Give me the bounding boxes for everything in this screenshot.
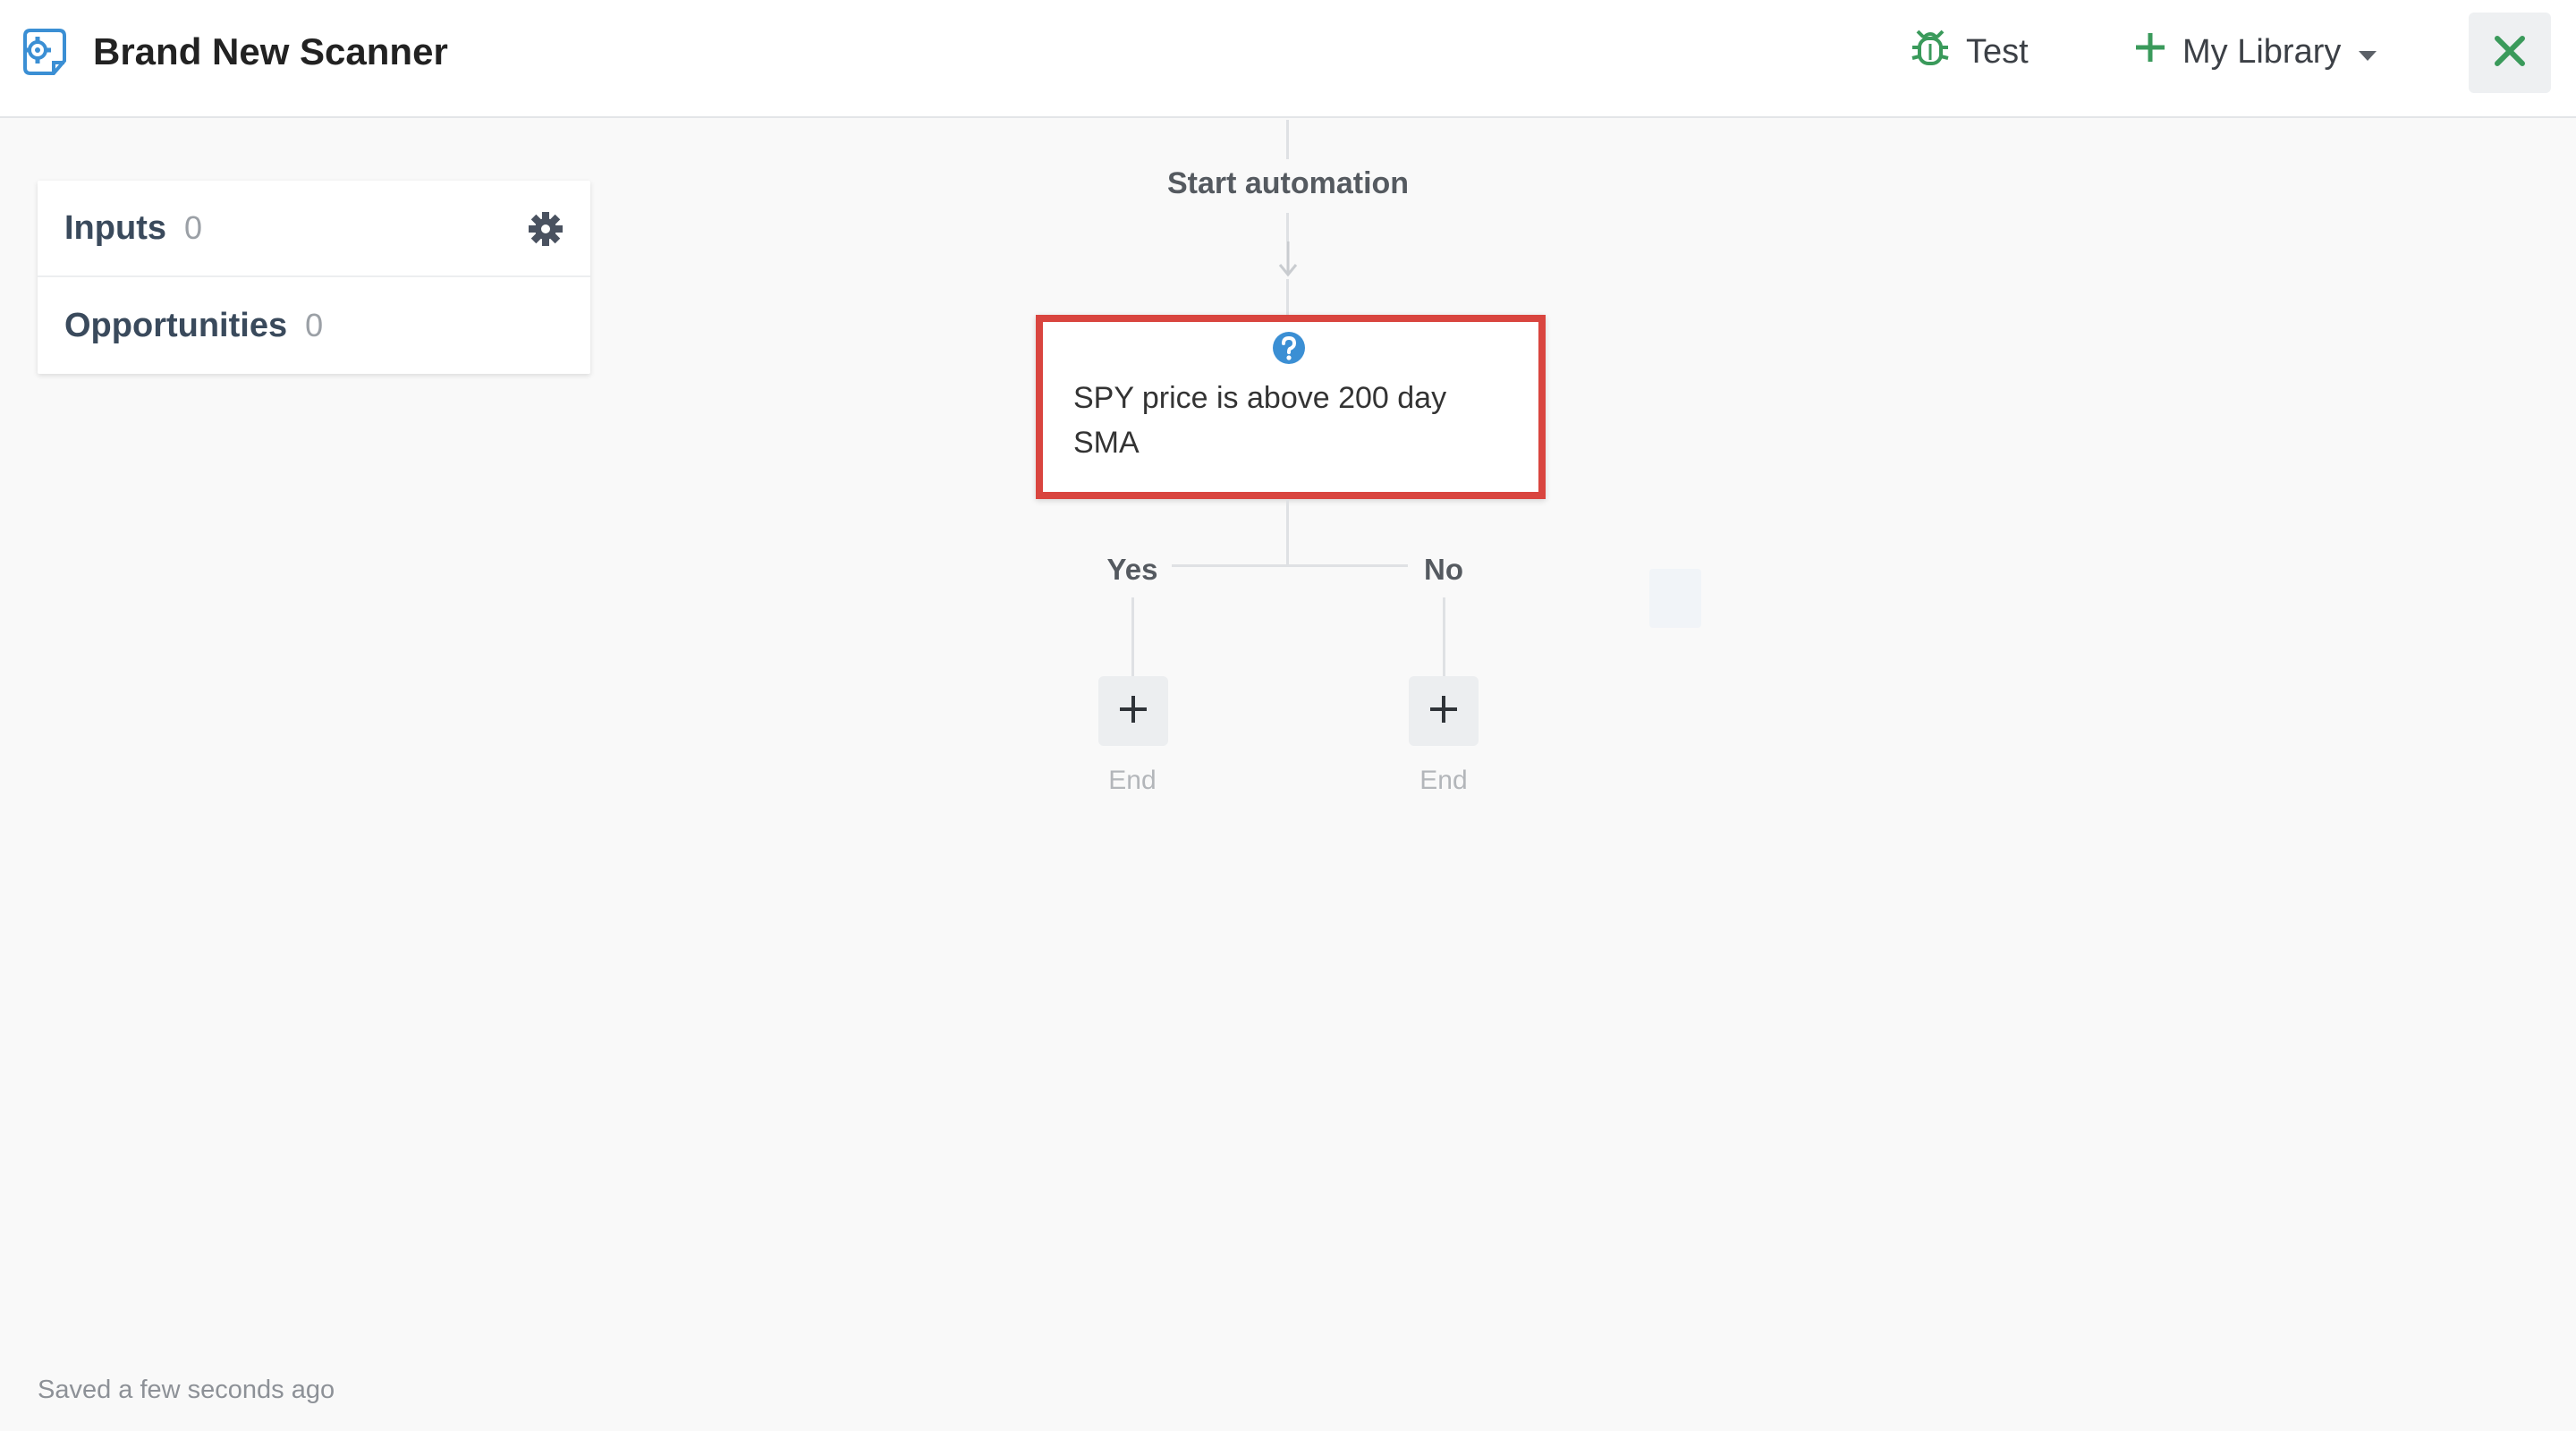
plus-icon xyxy=(1118,694,1148,729)
close-icon xyxy=(2494,35,2526,72)
connector-node-bottom xyxy=(1286,499,1289,567)
inputs-row[interactable]: Inputs 0 xyxy=(38,181,590,277)
arrow-down-icon xyxy=(1277,241,1299,277)
connector-no xyxy=(1443,597,1445,676)
add-step-no-button[interactable] xyxy=(1409,676,1479,746)
chevron-down-icon xyxy=(2357,33,2378,72)
plus-icon xyxy=(1428,694,1459,729)
add-step-yes-button[interactable] xyxy=(1098,676,1168,746)
ghost-drop-target xyxy=(1649,569,1701,628)
save-status: Saved a few seconds ago xyxy=(38,1376,335,1404)
connector-yes xyxy=(1131,597,1134,676)
plus-icon xyxy=(2134,31,2166,72)
page-title: Brand New Scanner xyxy=(93,30,448,72)
condition-text: SPY price is above 200 day SMA xyxy=(1073,381,1447,460)
close-button[interactable] xyxy=(2469,13,2551,93)
test-button[interactable]: Test xyxy=(1911,25,2029,79)
connector-node-top xyxy=(1286,279,1289,315)
gear-icon[interactable] xyxy=(528,211,564,247)
connector-start xyxy=(1286,213,1289,241)
inputs-opportunities-panel: Inputs 0 Opportunities 0 xyxy=(38,181,590,374)
connector-top xyxy=(1286,120,1289,159)
test-button-label: Test xyxy=(1966,32,2029,71)
opportunities-label: Opportunities xyxy=(64,306,288,344)
yes-end-label: End xyxy=(1108,766,1157,795)
opportunities-row[interactable]: Opportunities 0 xyxy=(38,277,590,374)
connector-horizontal xyxy=(1172,564,1408,567)
my-library-dropdown[interactable]: My Library xyxy=(2134,25,2378,79)
bug-icon xyxy=(1911,26,1950,78)
top-bar: Brand New Scanner Test My Library xyxy=(0,0,2576,118)
inputs-count: 0 xyxy=(183,209,203,246)
no-branch-label: No xyxy=(1424,553,1463,586)
no-end-label: End xyxy=(1419,766,1468,795)
yes-branch-label: Yes xyxy=(1106,553,1158,586)
start-automation-label: Start automation xyxy=(1166,166,1410,200)
question-icon[interactable] xyxy=(1272,331,1306,365)
my-library-label: My Library xyxy=(2182,32,2342,71)
inputs-label: Inputs xyxy=(64,208,166,247)
scanner-gear-icon xyxy=(18,25,72,79)
opportunities-count: 0 xyxy=(305,307,324,343)
